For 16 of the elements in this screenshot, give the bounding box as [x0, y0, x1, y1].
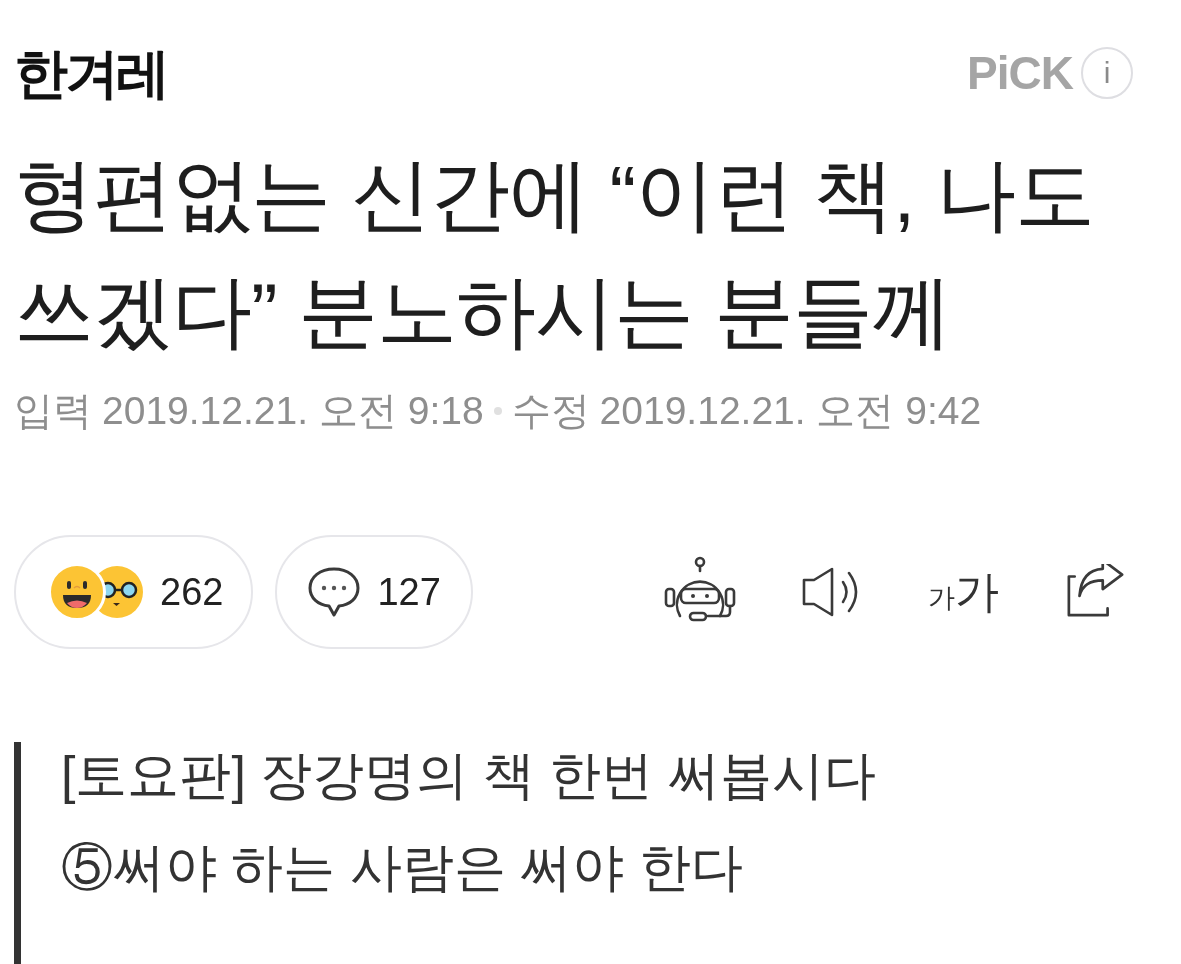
posted-label: 입력	[14, 388, 92, 434]
subtitle-line: [토요판] 장강명의 책 한번 써봅시다	[61, 744, 876, 806]
comment-button[interactable]: 127	[275, 534, 473, 649]
subtitle-line: ⑤써야 하는 사람은 써야 한다	[61, 836, 744, 898]
separator-dot-icon	[493, 407, 502, 416]
edited-label: 수정	[511, 388, 590, 434]
font-size-button[interactable]: 가가	[928, 569, 999, 614]
article-headline: 형편없는 신간에 “이런 책, 나도 쓰겠다” 분노하시는 분들께	[14, 149, 1095, 358]
glasses-face-icon	[98, 564, 144, 619]
pick-label: PiCK	[967, 50, 1073, 96]
share-icon[interactable]	[1065, 563, 1125, 620]
publisher-logo[interactable]: 한겨레	[14, 46, 167, 100]
speech-bubble-icon	[307, 565, 362, 618]
reaction-button[interactable]: 262	[14, 534, 254, 649]
edited-time: 2019.12.21. 오전 9:42	[599, 388, 982, 434]
posted-time: 2019.12.21. 오전 9:18	[102, 388, 484, 434]
